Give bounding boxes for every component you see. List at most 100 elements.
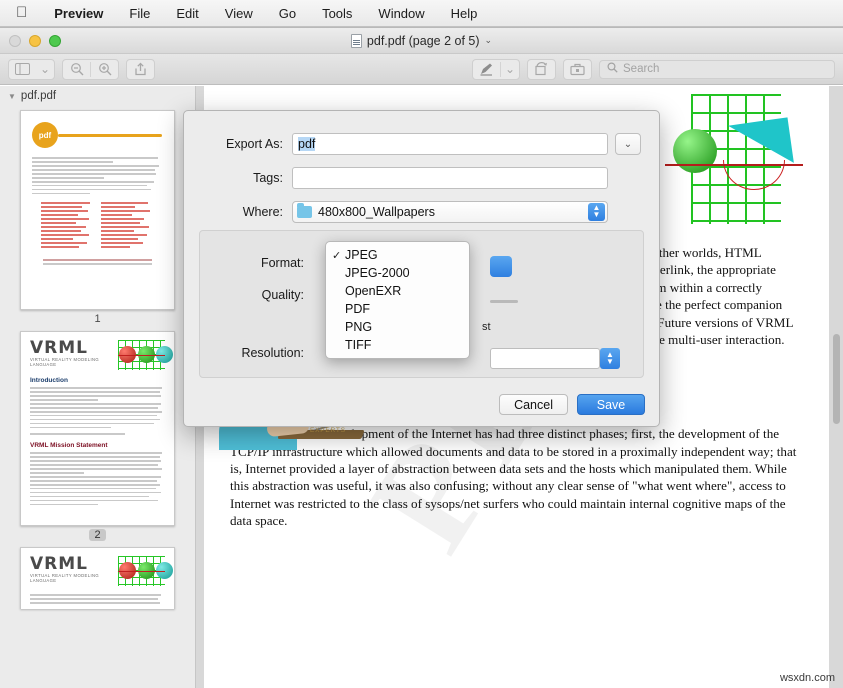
sidebar-toggle-icon[interactable] (9, 60, 36, 79)
list-item[interactable]: VRML VIRTUAL REALITY MODELING LANGUAGE I… (0, 331, 195, 541)
vrml-logo: VRML VIRTUAL REALITY MODELING LANGUAGE (21, 332, 174, 370)
rotate-icon[interactable] (528, 60, 555, 79)
thumbnail-sidebar: ▼ pdf.pdf pdf (0, 86, 196, 688)
markup-group[interactable]: ⌄ (472, 59, 520, 80)
preview-window: pdf.pdf (page 2 of 5) ⌄ ⌄ (0, 27, 843, 688)
sidebar-file-name: pdf.pdf (21, 90, 56, 102)
pdf-logo: pdf (32, 122, 174, 148)
where-row: Where: 480x800_Wallpapers ▲▼ (184, 201, 641, 223)
menu-item-preview[interactable]: Preview (41, 4, 116, 23)
zoom-out-icon[interactable] (63, 60, 90, 79)
tags-input[interactable] (292, 167, 608, 189)
resolution-input[interactable] (490, 348, 600, 369)
menu-option-jpeg-2000[interactable]: JPEG-2000 (326, 264, 469, 282)
disclosure-triangle-icon[interactable]: ▼ (8, 92, 16, 101)
sidebar-toggle-group[interactable]: ⌄ (8, 59, 55, 80)
menu-item-edit[interactable]: Edit (163, 4, 211, 23)
title-chevron-down-icon[interactable]: ⌄ (485, 35, 493, 46)
export-dialog: Export As: pdf ⌄ Tags: Where: 480x800_Wa… (183, 110, 660, 427)
menu-option-label: TIFF (345, 338, 371, 352)
menu-item-tools[interactable]: Tools (309, 4, 365, 23)
markup-pen-icon[interactable] (473, 60, 500, 79)
share-icon[interactable] (127, 60, 154, 79)
pdf-file-icon (351, 34, 362, 48)
document-title-text: pdf.pdf (page 2 of 5) (367, 34, 480, 48)
scrollbar-thumb[interactable] (833, 334, 840, 424)
menu-item-file[interactable]: File (116, 4, 163, 23)
menu-item-window[interactable]: Window (365, 4, 437, 23)
folder-icon (297, 206, 312, 218)
rotate-group[interactable] (527, 59, 556, 80)
zoom-group (62, 59, 119, 80)
toolbox-group[interactable] (563, 59, 592, 80)
menu-option-jpeg[interactable]: ✓ JPEG (326, 246, 469, 264)
list-item[interactable]: VRML VIRTUAL REALITY MODELING LANGUAGE (0, 547, 195, 609)
menu-item-view[interactable]: View (212, 4, 266, 23)
list-item[interactable]: pdf (0, 110, 195, 325)
share-group[interactable] (126, 59, 155, 80)
sidebar-header[interactable]: ▼ pdf.pdf (0, 86, 195, 106)
save-button[interactable]: Save (577, 394, 645, 415)
dialog-buttons: Cancel Save (499, 394, 645, 415)
logo-bar (58, 134, 162, 137)
paragraph-history: The history of the development of the In… (230, 425, 803, 529)
page-number: 2 (89, 529, 105, 541)
menu-item-go[interactable]: Go (266, 4, 309, 23)
format-dropdown-menu[interactable]: ✓ JPEG JPEG-2000 OpenEXR PDF PNG TIFF (325, 241, 470, 359)
tags-row: Tags: (184, 167, 641, 189)
sidebar-chevron-down-icon[interactable]: ⌄ (36, 60, 54, 79)
thumb-body-text (30, 387, 165, 435)
toolbox-icon[interactable] (564, 60, 591, 79)
menu-option-label: PDF (345, 302, 370, 316)
where-select[interactable]: 480x800_Wallpapers ▲▼ (292, 201, 608, 223)
where-value: 480x800_Wallpapers (318, 205, 435, 219)
red-axis-line (665, 164, 803, 166)
search-input[interactable]: Search (599, 60, 835, 79)
resolution-stepper[interactable]: ▲▼ (600, 348, 620, 369)
menu-option-tiff[interactable]: TIFF (326, 336, 469, 354)
thumbnail-list[interactable]: pdf (0, 106, 195, 688)
where-label: Where: (184, 205, 292, 219)
vrml-tagline: VIRTUAL REALITY MODELING LANGUAGE (30, 573, 112, 583)
tags-label: Tags: (184, 171, 292, 185)
thumb-body-text-2 (30, 452, 165, 505)
vrml-wordmark: VRML (30, 556, 112, 572)
search-icon (607, 62, 618, 76)
menu-option-png[interactable]: PNG (326, 318, 469, 336)
page-thumbnail-1[interactable]: pdf (20, 110, 175, 310)
menu-option-label: OpenEXR (345, 284, 401, 298)
menu-option-label: JPEG-2000 (345, 266, 410, 280)
quality-best-label: st (482, 321, 491, 333)
zoom-in-icon[interactable] (91, 60, 118, 79)
green-sphere-icon (673, 129, 717, 173)
resolution-label: Resolution: (200, 346, 312, 360)
apple-logo-icon[interactable]:  (12, 5, 41, 22)
cancel-button[interactable]: Cancel (499, 394, 568, 415)
menu-option-label: JPEG (345, 248, 378, 262)
export-as-expand-button[interactable]: ⌄ (615, 133, 641, 155)
export-as-value: pdf (298, 137, 315, 151)
vrml-grid-graphic (118, 556, 165, 586)
page-number: 1 (94, 313, 100, 325)
page-thumbnail-2[interactable]: VRML VIRTUAL REALITY MODELING LANGUAGE I… (20, 331, 175, 526)
vrml-tagline: VIRTUAL REALITY MODELING LANGUAGE (30, 357, 112, 367)
quality-slider[interactable] (490, 300, 518, 303)
menu-item-help[interactable]: Help (438, 4, 491, 23)
vrml-logo: VRML VIRTUAL REALITY MODELING LANGUAGE (21, 548, 174, 586)
thumb-link-columns (41, 202, 154, 250)
vrml-page-graphic (685, 94, 803, 222)
page-thumbnail-3[interactable]: VRML VIRTUAL REALITY MODELING LANGUAGE (20, 547, 175, 609)
thumb-body-text-3 (30, 594, 165, 604)
red-axis-line (118, 571, 165, 572)
menu-bar:  Preview File Edit View Go Tools Window… (0, 0, 843, 27)
menu-option-openexr[interactable]: OpenEXR (326, 282, 469, 300)
document-title: pdf.pdf (page 2 of 5) ⌄ (0, 34, 843, 48)
format-select-button[interactable] (490, 256, 512, 277)
menu-option-pdf[interactable]: PDF (326, 300, 469, 318)
title-bar: pdf.pdf (page 2 of 5) ⌄ (0, 28, 843, 54)
where-stepper-icon[interactable]: ▲▼ (588, 203, 605, 221)
search-placeholder: Search (623, 63, 659, 75)
markup-chevron-down-icon[interactable]: ⌄ (501, 60, 519, 79)
vertical-scrollbar[interactable] (831, 86, 840, 688)
export-as-input[interactable]: pdf (292, 133, 608, 155)
